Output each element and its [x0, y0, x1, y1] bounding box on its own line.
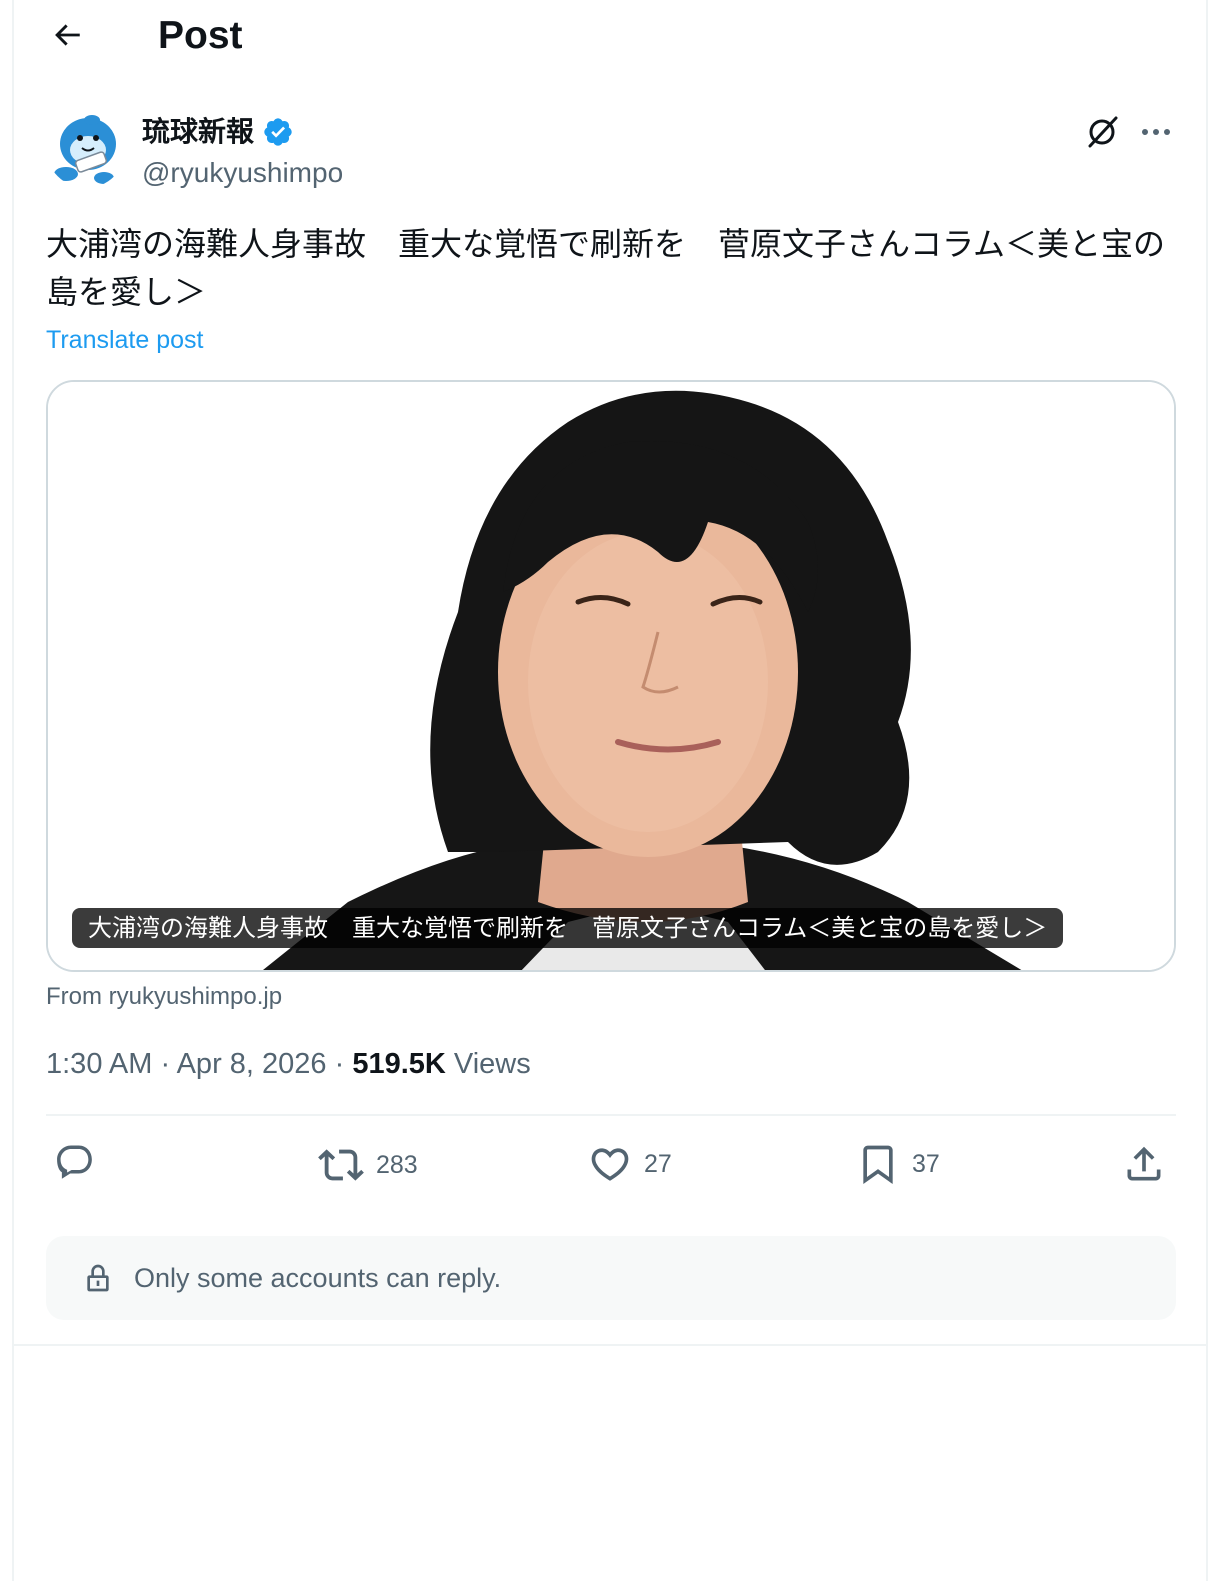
card-caption: 大浦湾の海難人身事故 重大な覚悟で刷新を 菅原文子さんコラム＜美と宝の島を愛し＞ — [72, 908, 1064, 948]
more-options-button[interactable] — [1136, 112, 1176, 152]
page-title: Post — [158, 14, 243, 57]
like-count: 27 — [644, 1149, 672, 1178]
author-display-name[interactable]: 琉球新報 — [142, 112, 254, 152]
translate-post-link[interactable]: Translate post — [46, 322, 203, 358]
reply-icon — [57, 1145, 92, 1179]
divider — [14, 1344, 1206, 1346]
card-photo — [48, 382, 1174, 970]
post-time[interactable]: 1:30 AM — [46, 1048, 152, 1080]
post-date[interactable]: Apr 8, 2026 — [177, 1048, 327, 1080]
repost-icon — [318, 1149, 364, 1181]
share-icon — [1127, 1146, 1161, 1181]
divider — [46, 1114, 1176, 1116]
like-button[interactable]: 27 — [588, 1142, 672, 1186]
bookmark-count: 37 — [912, 1149, 940, 1178]
author-handle[interactable]: @ryukyushimpo — [142, 154, 343, 192]
share-button[interactable] — [1122, 1142, 1166, 1186]
mascot-avatar — [46, 108, 126, 188]
action-bar: 283 27 37 — [46, 1130, 1176, 1200]
reply-restriction-text: Only some accounts can reply. — [134, 1262, 502, 1293]
author-name-row: 琉球新報 — [142, 112, 294, 152]
views-count: 519.5K — [352, 1048, 446, 1080]
arrow-left-icon — [55, 24, 80, 46]
post-meta: 1:30 AM · Apr 8, 2026 · 519.5K Views — [46, 1044, 531, 1084]
link-card[interactable]: 大浦湾の海難人身事故 重大な覚悟で刷新を 菅原文子さんコラム＜美と宝の島を愛し＞ — [46, 380, 1176, 972]
heart-icon — [591, 1148, 629, 1181]
bookmark-button[interactable]: 37 — [856, 1142, 940, 1186]
reply-restriction-notice: Only some accounts can reply. — [46, 1236, 1176, 1320]
meta-separator: · — [160, 1048, 177, 1080]
more-horizontal-icon — [1142, 129, 1170, 135]
card-source-link[interactable]: From ryukyushimpo.jp — [46, 980, 282, 1014]
repost-count: 283 — [376, 1150, 418, 1179]
grok-button[interactable] — [1082, 112, 1122, 152]
meta-separator: · — [334, 1048, 353, 1080]
author-avatar[interactable] — [46, 108, 126, 188]
bookmark-icon — [863, 1145, 893, 1185]
views-label: Views — [453, 1048, 531, 1080]
lock-icon — [87, 1264, 109, 1292]
reply-button[interactable] — [54, 1142, 108, 1184]
grok-icon — [1088, 116, 1118, 148]
verified-badge-icon — [264, 118, 292, 146]
post-text: 大浦湾の海難人身事故 重大な覚悟で刷新を 菅原文子さんコラム＜美と宝の島を愛し＞ — [46, 225, 1166, 311]
repost-button[interactable]: 283 — [318, 1142, 418, 1188]
back-button[interactable] — [46, 14, 88, 56]
